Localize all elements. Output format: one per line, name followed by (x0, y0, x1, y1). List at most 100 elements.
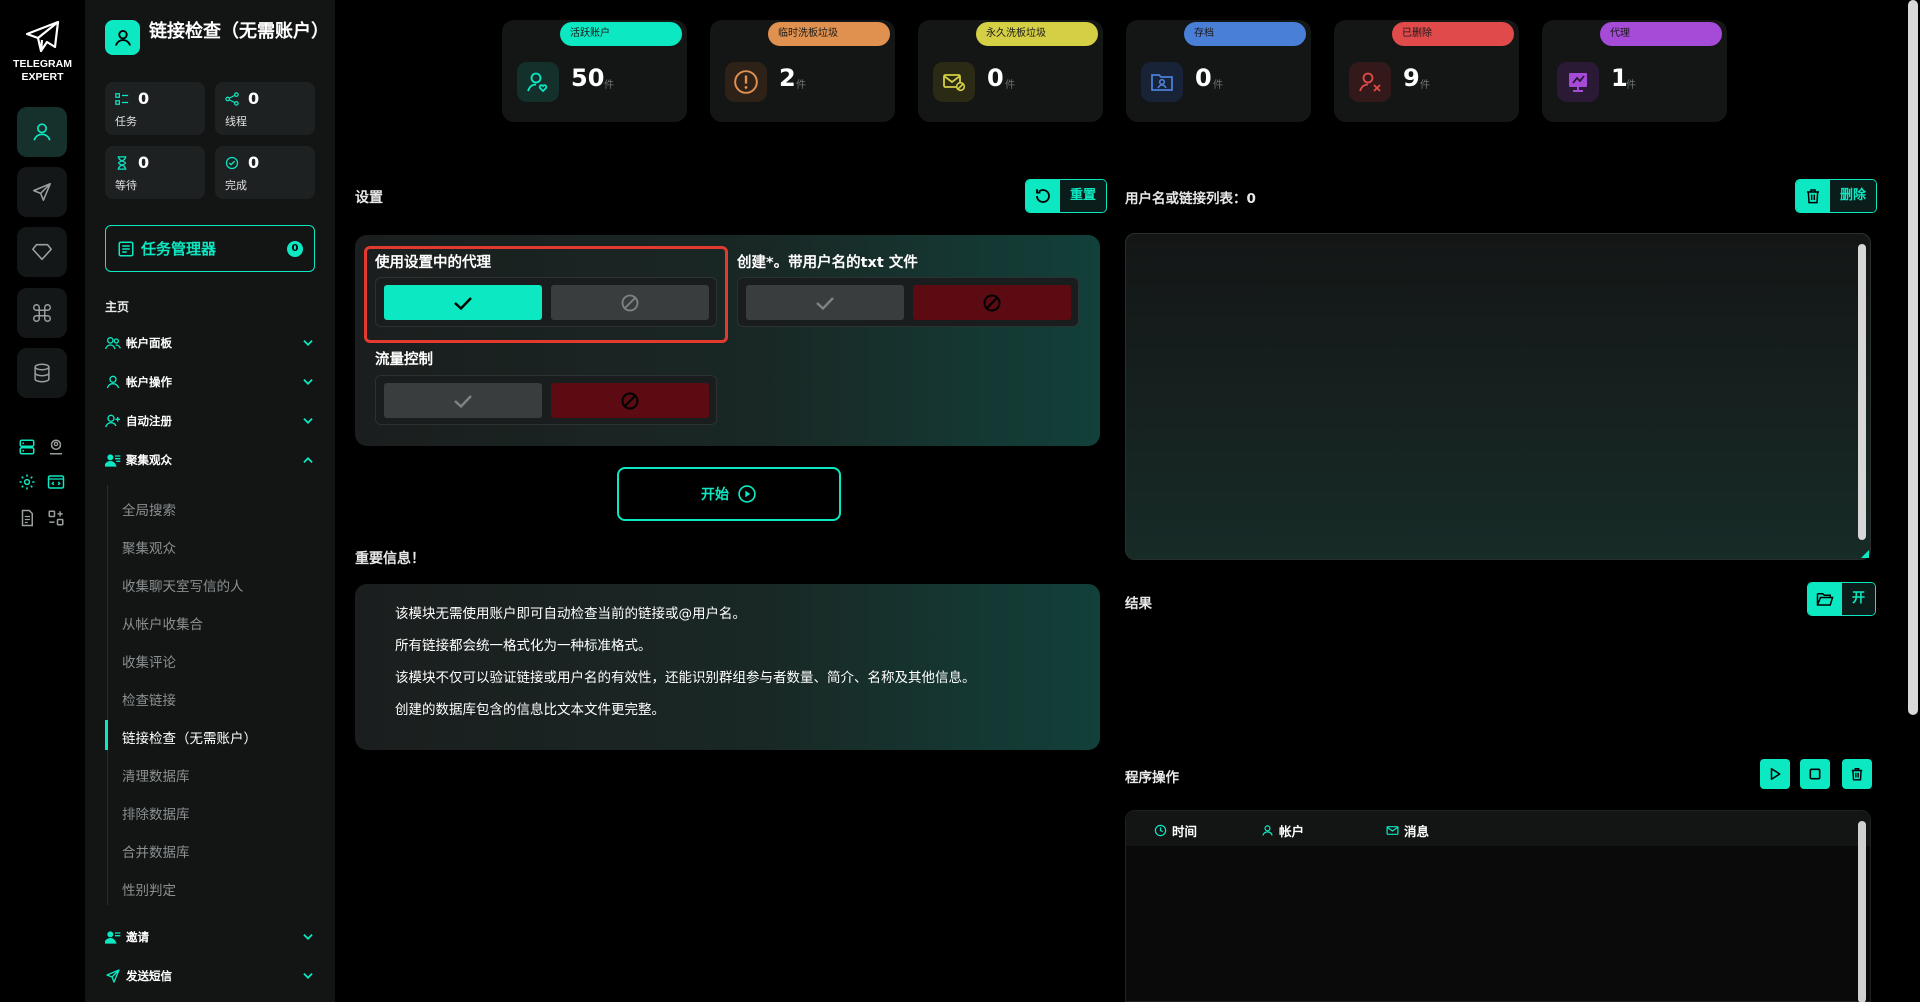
mini-location-user-icon[interactable] (46, 437, 66, 457)
invite-icon (105, 931, 121, 944)
database-icon (34, 363, 50, 383)
mini-document-icon[interactable] (17, 508, 37, 528)
card-value: 2 (779, 64, 796, 92)
command-icon (33, 304, 51, 322)
sub-item-check-links[interactable]: 检查链接 (122, 689, 176, 709)
toggle-traffic-control (375, 375, 717, 425)
mini-browser-code-icon[interactable] (46, 472, 66, 492)
program-play-button[interactable] (1760, 759, 1790, 789)
card-icon-box (517, 62, 559, 102)
program-log-table: 时间 帐户 消息 (1125, 810, 1871, 1002)
nav-home[interactable]: 主页 (105, 298, 129, 315)
mini-settings-icon[interactable] (17, 472, 37, 492)
toggle-yes-button[interactable] (746, 285, 904, 320)
stat-value: 0 (138, 89, 150, 108)
card-icon-box (933, 62, 975, 102)
mini-apps-icon[interactable] (46, 508, 66, 528)
nav-group-send-sms[interactable]: 发送短信 (105, 965, 315, 987)
sub-item-merge-database[interactable]: 合并数据库 (122, 841, 190, 861)
log-column-label: 消息 (1404, 824, 1430, 839)
resize-grip-icon[interactable] (1861, 550, 1869, 558)
sub-item-global-search[interactable]: 全局搜索 (122, 499, 176, 519)
username-link-textarea[interactable] (1125, 233, 1871, 560)
page-avatar (105, 20, 140, 55)
log-column-time: 时间 (1154, 821, 1197, 840)
program-clear-button[interactable] (1842, 759, 1872, 789)
task-board-icon (118, 241, 134, 256)
toggle-yes-button[interactable] (384, 383, 542, 418)
reset-button[interactable]: 重置 (1025, 179, 1108, 213)
users-icon (105, 337, 121, 350)
open-result-button[interactable]: 开 (1807, 582, 1877, 616)
open-result-label: 开 (1842, 583, 1876, 615)
rail-database-button[interactable] (17, 348, 67, 398)
toggle-no-button[interactable] (551, 383, 709, 418)
card-icon-box (1557, 62, 1599, 102)
rail-accounts-button[interactable] (17, 107, 67, 157)
card-tag: 活跃账户 (560, 22, 682, 46)
card-value: 0 (987, 64, 1004, 92)
stat-tasks: 0 任务 (105, 82, 205, 135)
sub-item-collect-comments[interactable]: 收集评论 (122, 651, 176, 671)
card-icon-box (1141, 62, 1183, 102)
textarea-scrollbar[interactable] (1858, 244, 1866, 540)
toggle-no-button[interactable] (913, 285, 1071, 320)
rail-diamond-button[interactable] (17, 227, 67, 277)
start-button[interactable]: 开始 (617, 467, 841, 521)
sub-item-gender-detection[interactable]: 性别判定 (122, 879, 176, 899)
nav-group-account-panel[interactable]: 帐户面板 (105, 332, 315, 354)
stop-icon (1809, 768, 1821, 780)
card-temp-spam[interactable]: 临时洗板垃圾 2 件 (710, 20, 895, 122)
card-active-accounts[interactable]: 活跃账户 50 件 (502, 20, 687, 122)
delete-button[interactable]: 删除 (1795, 179, 1878, 213)
play-circle-icon (738, 485, 756, 503)
info-line: 该模块不仅可以验证链接或用户名的有效性，还能识别群组参与者数量、简介、名称及其他… (395, 670, 976, 686)
stat-waiting: 0 等待 (105, 146, 205, 199)
stat-label: 线程 (225, 115, 247, 128)
sub-item-collect-from-account[interactable]: 从帐户收集合 (122, 613, 203, 633)
card-tag: 代理 (1600, 22, 1722, 46)
paper-plane-logo-icon (25, 20, 59, 53)
option-label-create-txt: 创建*。带用户名的txt 文件 (737, 255, 918, 271)
mail-block-icon (943, 74, 966, 92)
rail-command-button[interactable] (17, 288, 67, 338)
nav-group-invite[interactable]: 邀请 (105, 926, 315, 948)
log-scrollbar[interactable] (1858, 821, 1866, 1002)
archive-icon (1151, 74, 1173, 91)
nav-group-label: 聚集观众 (126, 453, 172, 467)
sub-item-clean-database[interactable]: 清理数据库 (122, 765, 190, 785)
start-label: 开始 (701, 487, 729, 503)
sub-item-collect-chat-writers[interactable]: 收集聊天室写信的人 (122, 575, 244, 595)
nav-group-auto-register[interactable]: 自动注册 (105, 410, 315, 432)
log-column-label: 帐户 (1279, 824, 1305, 839)
folder-open-icon (1816, 593, 1834, 606)
stat-label: 任务 (115, 115, 137, 128)
card-value: 50 (571, 64, 605, 92)
sub-item-link-check-no-account[interactable]: 链接检查（无需账户） (122, 727, 257, 747)
nav-group-account-actions[interactable]: 帐户操作 (105, 371, 315, 393)
card-archive[interactable]: 存档 0 件 (1126, 20, 1311, 122)
sidebar: 链接检查（无需账户） 0 任务 0 线程 0 等待 0 完成 任务管理器 0 主… (85, 0, 335, 1002)
alert-icon (734, 70, 758, 94)
toggle-create-txt (737, 277, 1079, 327)
task-manager-label: 任务管理器 (141, 240, 217, 258)
page-scrollbar[interactable] (1908, 0, 1918, 715)
rail-send-button[interactable] (17, 167, 67, 217)
app-logo[interactable]: TELEGRAM EXPERT (0, 20, 85, 84)
nav-group-gather-audience[interactable]: 聚集观众 (105, 449, 315, 471)
log-column-account: 帐户 (1261, 821, 1304, 840)
result-title: 结果 (1125, 596, 1152, 612)
sub-item-exclude-database[interactable]: 排除数据库 (122, 803, 190, 823)
card-perm-spam[interactable]: 永久洗板垃圾 0 件 (918, 20, 1103, 122)
card-proxy[interactable]: 代理 1 件 (1542, 20, 1727, 122)
mini-server-icon[interactable] (17, 437, 37, 457)
info-title: 重要信息！ (355, 551, 425, 567)
user-icon (114, 29, 131, 46)
program-stop-button[interactable] (1800, 759, 1830, 789)
card-icon-box (1349, 62, 1391, 102)
nav-group-label: 帐户面板 (126, 336, 172, 350)
info-line: 该模块无需使用账户即可自动检查当前的链接或@用户名。 (395, 606, 746, 622)
sub-item-gather-audience[interactable]: 聚集观众 (122, 537, 176, 557)
card-deleted[interactable]: 已删除 9 件 (1334, 20, 1519, 122)
task-manager-button[interactable]: 任务管理器 0 (105, 225, 315, 272)
